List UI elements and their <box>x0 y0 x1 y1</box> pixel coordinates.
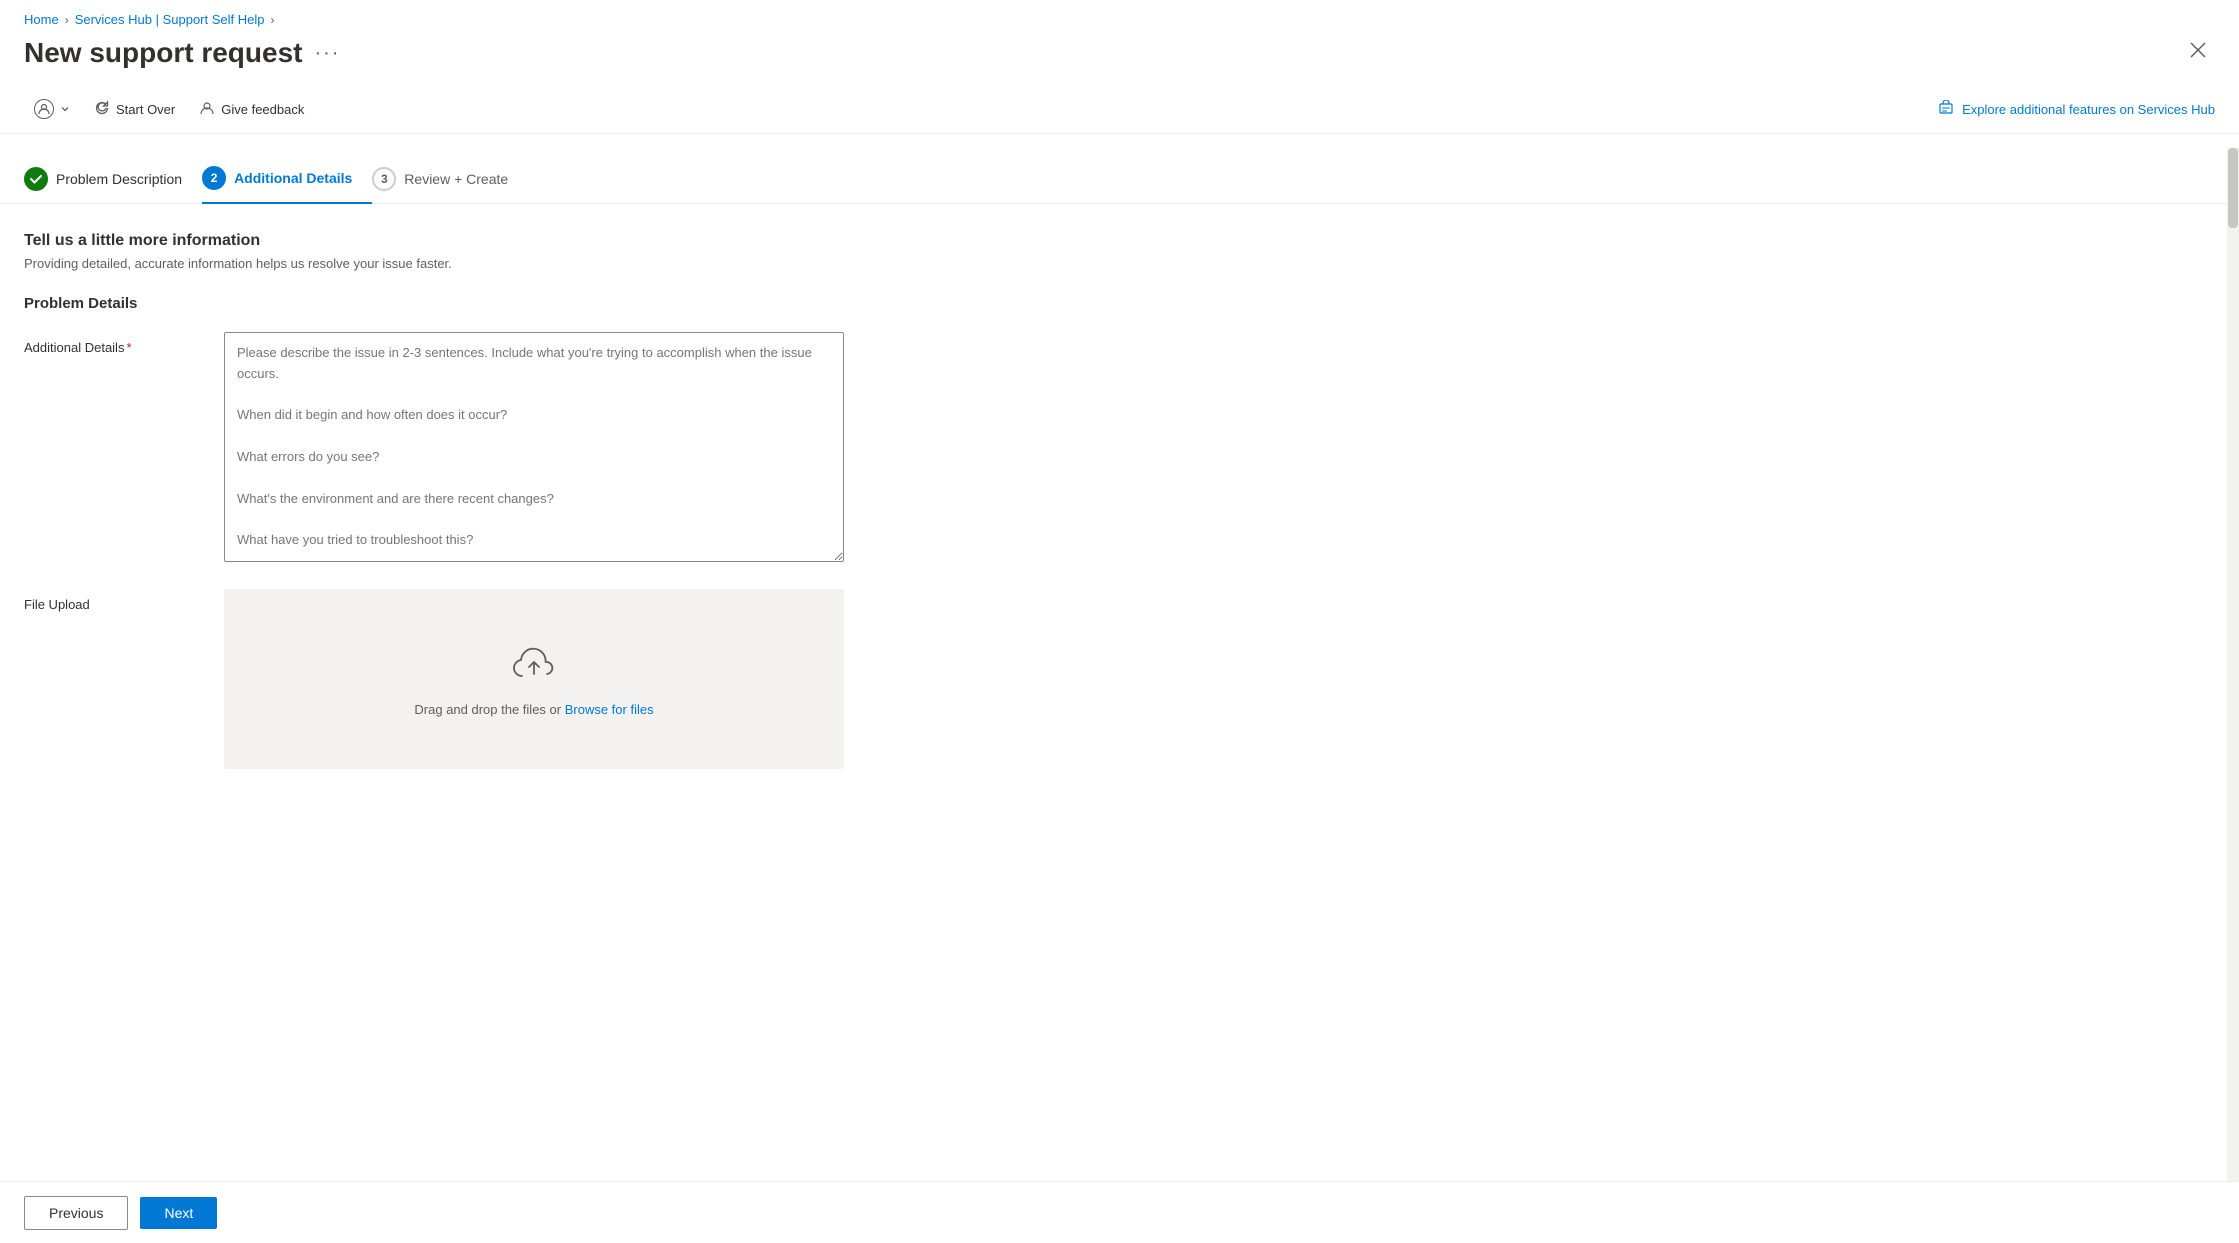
file-upload-dropzone[interactable]: Drag and drop the files or Browse for fi… <box>224 589 844 769</box>
give-feedback-label: Give feedback <box>221 102 304 117</box>
step-additional-details[interactable]: 2 Additional Details <box>202 154 372 204</box>
scrollbar-track[interactable] <box>2227 148 2239 1181</box>
bottom-navigation: Previous Next <box>0 1181 2239 1243</box>
toolbar: Start Over Give feedback Explore additio… <box>0 85 2239 134</box>
feedback-icon <box>199 100 215 119</box>
ellipsis-button[interactable]: ··· <box>314 42 340 65</box>
close-button[interactable] <box>2181 37 2215 69</box>
step-2-label: Additional Details <box>234 170 352 186</box>
additional-details-textarea[interactable] <box>224 332 844 562</box>
problem-details-heading: Problem Details <box>24 295 2215 312</box>
step-problem-description[interactable]: Problem Description <box>24 155 202 203</box>
refresh-icon <box>94 100 110 119</box>
close-icon <box>2189 41 2207 59</box>
scrollbar-thumb[interactable] <box>2228 148 2238 228</box>
upload-text: Drag and drop the files or Browse for fi… <box>414 702 653 717</box>
breadcrumb-home[interactable]: Home <box>24 12 59 27</box>
section-title: Tell us a little more information <box>24 232 2215 250</box>
next-button[interactable]: Next <box>140 1197 217 1229</box>
section-subtitle: Providing detailed, accurate information… <box>24 256 2215 271</box>
step-review-create[interactable]: 3 Review + Create <box>372 155 528 203</box>
main-content: Tell us a little more information Provid… <box>0 204 2239 1167</box>
breadcrumb: Home › Services Hub | Support Self Help … <box>0 0 2239 33</box>
breadcrumb-sep1: › <box>65 13 69 27</box>
file-upload-row: File Upload Drag and drop the files or B… <box>24 589 1124 769</box>
step-1-circle <box>24 167 48 191</box>
upload-cloud-icon <box>510 642 558 690</box>
breadcrumb-sep2: › <box>271 13 275 27</box>
required-indicator: * <box>126 340 131 355</box>
give-feedback-button[interactable]: Give feedback <box>189 94 314 125</box>
user-account-button[interactable] <box>24 93 80 125</box>
page-title: New support request <box>24 37 302 69</box>
chevron-down-icon <box>60 102 70 117</box>
explore-icon <box>1938 100 1954 119</box>
previous-button[interactable]: Previous <box>24 1196 128 1230</box>
browse-files-link[interactable]: Browse for files <box>565 702 654 717</box>
explore-features-button[interactable]: Explore additional features on Services … <box>1938 100 2215 119</box>
additional-details-row: Additional Details* <box>24 332 1124 565</box>
step-3-circle: 3 <box>372 167 396 191</box>
explore-label: Explore additional features on Services … <box>1962 102 2215 117</box>
additional-details-label: Additional Details* <box>24 332 224 355</box>
file-upload-label: File Upload <box>24 589 224 612</box>
breadcrumb-services-hub[interactable]: Services Hub | Support Self Help <box>75 12 265 27</box>
steps-navigation: Problem Description 2 Additional Details… <box>0 134 2239 204</box>
step-2-circle: 2 <box>202 166 226 190</box>
page-title-bar: New support request ··· <box>0 33 2239 85</box>
step-3-label: Review + Create <box>404 171 508 187</box>
start-over-label: Start Over <box>116 102 175 117</box>
step-1-label: Problem Description <box>56 171 182 187</box>
start-over-button[interactable]: Start Over <box>84 94 185 125</box>
user-icon <box>34 99 54 119</box>
